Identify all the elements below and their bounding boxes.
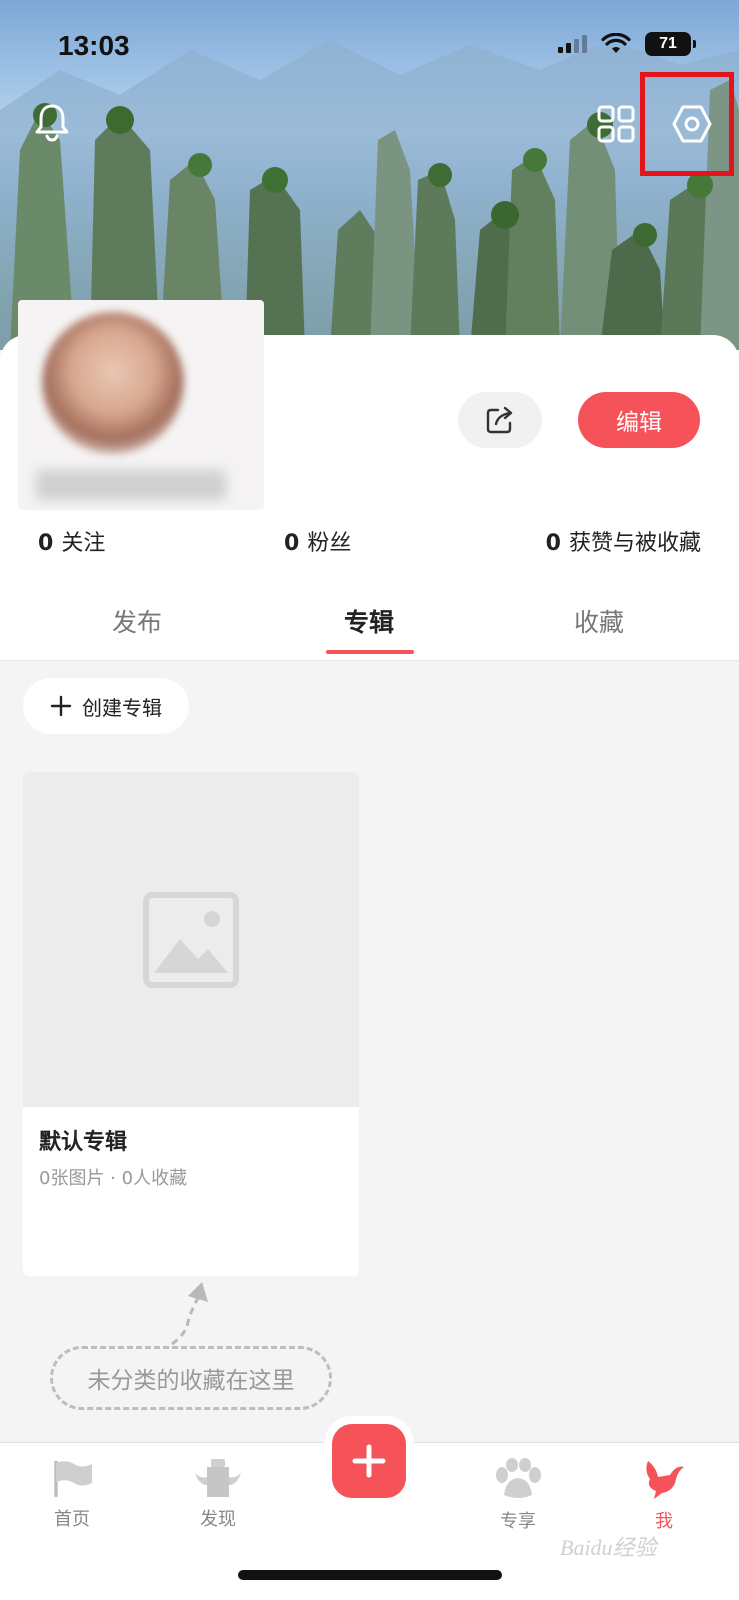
nav-discover[interactable]: 发现 xyxy=(178,1457,258,1531)
album-meta: 0张图片 · 0人收藏 xyxy=(39,1168,188,1189)
stat-followers-label: 粉丝 xyxy=(307,531,352,556)
stat-following-count: 0 xyxy=(38,531,54,556)
share-button[interactable] xyxy=(458,392,542,448)
profile-tabs: 发布 专辑 收藏 xyxy=(0,595,739,661)
username-blurred xyxy=(36,470,226,500)
status-icons: 71 xyxy=(558,32,696,56)
edit-profile-button[interactable]: 编辑 xyxy=(578,392,700,448)
stat-likes-label: 获赞与被收藏 xyxy=(568,531,701,556)
album-card-default[interactable]: 默认专辑 0张图片 · 0人收藏 xyxy=(23,772,359,1276)
active-tab-indicator xyxy=(326,650,414,654)
stat-following[interactable]: 0 关注 xyxy=(38,525,105,557)
create-album-label: 创建专辑 xyxy=(82,695,162,720)
grid-menu-icon[interactable] xyxy=(596,104,636,144)
paw-icon xyxy=(496,1458,541,1498)
album-cover xyxy=(23,772,359,1107)
hint-arrow-icon xyxy=(171,1282,208,1346)
settings-highlight-box xyxy=(640,72,734,176)
album-title: 默认专辑 xyxy=(39,1130,128,1155)
publish-plus-button[interactable] xyxy=(332,1424,406,1498)
bird-icon xyxy=(646,1461,684,1499)
create-album-button[interactable]: 创建专辑 xyxy=(23,678,189,734)
nav-home-label: 首页 xyxy=(54,1509,90,1530)
discover-icon xyxy=(195,1459,241,1497)
stat-followers[interactable]: 0 粉丝 xyxy=(284,525,351,557)
tab-posts[interactable]: 发布 xyxy=(112,603,162,639)
wifi-icon xyxy=(601,33,631,53)
plus-icon xyxy=(352,1444,386,1478)
status-time: 13:03 xyxy=(58,30,130,61)
plus-icon xyxy=(50,695,72,717)
share-icon xyxy=(486,406,513,434)
stat-likes-count: 0 xyxy=(545,531,561,556)
image-placeholder-icon xyxy=(143,891,239,988)
home-indicator[interactable] xyxy=(238,1570,502,1580)
stat-likes[interactable]: 0 获赞与被收藏 xyxy=(546,525,701,557)
uncategorized-hint: 未分类的收藏在这里 xyxy=(50,1346,332,1410)
nav-discover-label: 发现 xyxy=(200,1509,236,1530)
avatar[interactable] xyxy=(42,312,184,454)
profile-stats: 0 关注 0 粉丝 0 获赞与被收藏 xyxy=(38,525,701,559)
bell-icon[interactable] xyxy=(30,100,74,144)
cellular-signal-icon xyxy=(558,35,587,53)
flag-icon xyxy=(54,1461,92,1497)
tab-favorites[interactable]: 收藏 xyxy=(574,603,624,639)
tab-albums[interactable]: 专辑 xyxy=(344,603,394,639)
stat-followers-count: 0 xyxy=(284,531,300,556)
nav-me[interactable]: 我 xyxy=(624,1457,704,1533)
battery-indicator: 71 xyxy=(645,32,696,56)
stat-following-label: 关注 xyxy=(61,531,106,556)
nav-home[interactable]: 首页 xyxy=(32,1457,112,1531)
nav-exclusive[interactable]: 专享 xyxy=(478,1457,558,1533)
watermark: Baidu经验 xyxy=(560,1535,657,1560)
nav-exclusive-label: 专享 xyxy=(500,1511,536,1532)
